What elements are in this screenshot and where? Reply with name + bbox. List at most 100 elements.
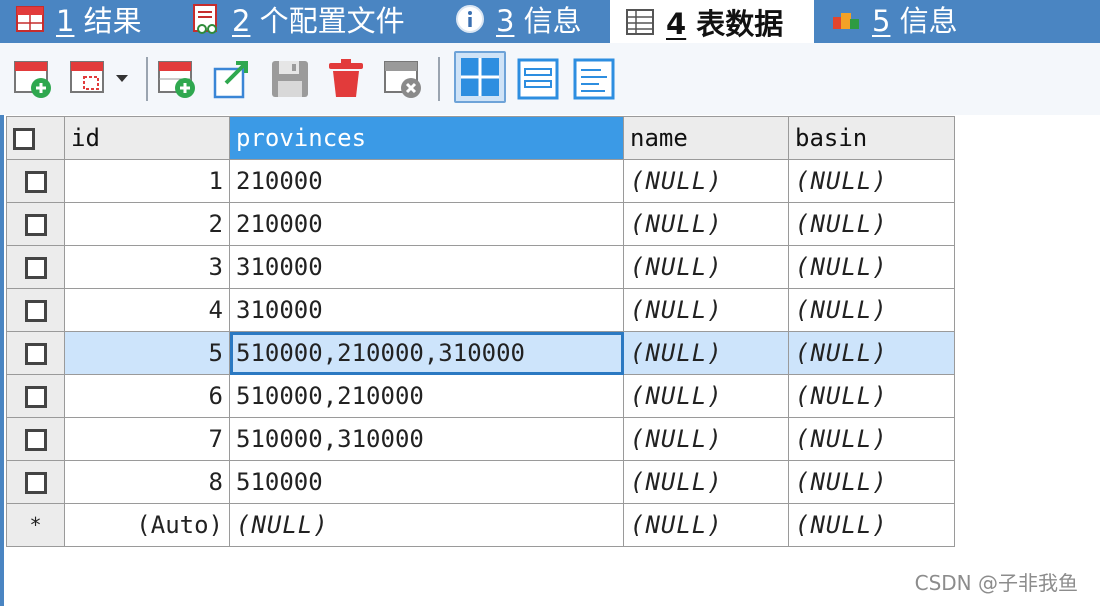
cell-provinces[interactable]: 510000 [229, 460, 624, 504]
cell-id[interactable]: 4 [64, 288, 230, 332]
table-row[interactable]: 3 310000 (NULL) (NULL) [6, 245, 955, 289]
checkbox-icon [24, 386, 47, 408]
select-all-checkbox[interactable] [6, 116, 65, 160]
cell-name[interactable]: (NULL) [623, 331, 789, 375]
cancel-changes-button[interactable] [382, 57, 426, 101]
tab-number: 4 [666, 6, 687, 41]
tab-label: 结果 [83, 4, 142, 38]
cell-id[interactable]: 6 [64, 374, 230, 418]
tab-number: 3 [496, 4, 515, 38]
tab-results[interactable]: 1 结果 [14, 0, 142, 38]
duplicate-row-icon [68, 57, 136, 101]
checkbox-icon [24, 343, 47, 365]
row-checkbox[interactable] [6, 159, 65, 203]
tab-label: 表数据 [696, 6, 784, 41]
table-row[interactable]: 1 210000 (NULL) (NULL) [6, 159, 955, 203]
column-header-id[interactable]: id [64, 116, 230, 160]
cell-id[interactable]: (Auto) [64, 503, 230, 547]
cell-provinces[interactable]: 510000,210000 [229, 374, 624, 418]
column-header-name[interactable]: name [623, 116, 789, 160]
info-blocks-icon [830, 3, 862, 35]
insert-row-button[interactable] [156, 57, 200, 101]
cell-name[interactable]: (NULL) [623, 417, 789, 461]
table-row[interactable]: 4 310000 (NULL) (NULL) [6, 288, 955, 332]
left-edge-bar [0, 115, 4, 606]
cell-provinces[interactable]: 210000 [229, 202, 624, 246]
column-header-provinces[interactable]: provinces [229, 116, 624, 160]
cell-basin[interactable]: (NULL) [788, 417, 955, 461]
export-button[interactable] [212, 57, 256, 101]
cell-name[interactable]: (NULL) [623, 503, 789, 547]
table-data-grid-area: id provinces name basin 1 210000 (NULL) … [0, 115, 1100, 606]
row-checkbox[interactable] [6, 202, 65, 246]
sqlyog-table-data-window: 1 结果 2 个配置文件 3 信息 4 表数据 5 信息 id province… [0, 0, 1100, 606]
cell-id[interactable]: 5 [64, 331, 230, 375]
result-grid-icon [14, 3, 46, 35]
tab-table-data[interactable]: 4 表数据 [610, 0, 814, 43]
cell-name[interactable]: (NULL) [623, 374, 789, 418]
result-tab-bar: 1 结果 2 个配置文件 3 信息 4 表数据 5 信息 [0, 0, 1100, 43]
add-row-button[interactable] [12, 57, 56, 101]
cell-id[interactable]: 7 [64, 417, 230, 461]
table-row-selected[interactable]: 5 510000,210000,310000 (NULL) (NULL) [6, 331, 955, 375]
delete-icon [324, 57, 368, 101]
cell-id[interactable]: 8 [64, 460, 230, 504]
tab-number: 1 [56, 4, 75, 38]
tab-label: 个配置文件 [259, 4, 405, 38]
row-checkbox[interactable] [6, 245, 65, 289]
cell-provinces[interactable]: 310000 [229, 245, 624, 289]
row-checkbox[interactable] [6, 331, 65, 375]
cell-basin[interactable]: (NULL) [788, 245, 955, 289]
cell-name[interactable]: (NULL) [623, 288, 789, 332]
cell-name[interactable]: (NULL) [623, 159, 789, 203]
save-button[interactable] [268, 57, 312, 101]
cell-id[interactable]: 3 [64, 245, 230, 289]
grid-view-button[interactable] [454, 51, 506, 103]
cell-provinces[interactable]: 310000 [229, 288, 624, 332]
cell-provinces[interactable]: (NULL) [229, 503, 624, 547]
cell-basin[interactable]: (NULL) [788, 331, 955, 375]
new-row[interactable]: * (Auto) (NULL) (NULL) (NULL) [6, 503, 955, 547]
tab-number: 5 [872, 4, 891, 38]
cell-name[interactable]: (NULL) [623, 202, 789, 246]
grid-view-icon [456, 55, 504, 99]
checkbox-icon [24, 429, 47, 451]
column-header-basin[interactable]: basin [788, 116, 955, 160]
delete-button[interactable] [324, 57, 368, 101]
cell-basin[interactable]: (NULL) [788, 159, 955, 203]
cancel-changes-icon [382, 57, 426, 101]
cell-basin[interactable]: (NULL) [788, 503, 955, 547]
add-row-icon [12, 57, 56, 101]
row-checkbox[interactable] [6, 288, 65, 332]
cell-provinces[interactable]: 210000 [229, 159, 624, 203]
table-row[interactable]: 8 510000 (NULL) (NULL) [6, 460, 955, 504]
cell-basin[interactable]: (NULL) [788, 374, 955, 418]
row-checkbox[interactable] [6, 460, 65, 504]
table-row[interactable]: 6 510000,210000 (NULL) (NULL) [6, 374, 955, 418]
tab-info[interactable]: 3 信息 [454, 0, 582, 38]
table-data-grid: id provinces name basin 1 210000 (NULL) … [6, 116, 955, 547]
table-data-icon [624, 6, 656, 38]
cell-basin[interactable]: (NULL) [788, 202, 955, 246]
tab-number: 2 [232, 4, 251, 38]
form-view-button[interactable] [516, 57, 560, 101]
cell-id[interactable]: 1 [64, 159, 230, 203]
table-row[interactable]: 7 510000,310000 (NULL) (NULL) [6, 417, 955, 461]
cell-basin[interactable]: (NULL) [788, 460, 955, 504]
row-checkbox[interactable] [6, 417, 65, 461]
cell-name[interactable]: (NULL) [623, 460, 789, 504]
row-checkbox[interactable] [6, 374, 65, 418]
cell-name[interactable]: (NULL) [623, 245, 789, 289]
cell-provinces-focused[interactable]: 510000,210000,310000 [229, 331, 624, 375]
export-icon [212, 57, 256, 101]
tab-profiles[interactable]: 2 个配置文件 [190, 0, 405, 38]
text-view-button[interactable] [572, 57, 616, 101]
cell-provinces[interactable]: 510000,310000 [229, 417, 624, 461]
cell-basin[interactable]: (NULL) [788, 288, 955, 332]
toolbar-separator [146, 57, 148, 101]
duplicate-row-button[interactable] [68, 57, 136, 101]
table-row[interactable]: 2 210000 (NULL) (NULL) [6, 202, 955, 246]
tab-info-2[interactable]: 5 信息 [830, 0, 958, 38]
cell-id[interactable]: 2 [64, 202, 230, 246]
profile-icon [190, 3, 222, 35]
